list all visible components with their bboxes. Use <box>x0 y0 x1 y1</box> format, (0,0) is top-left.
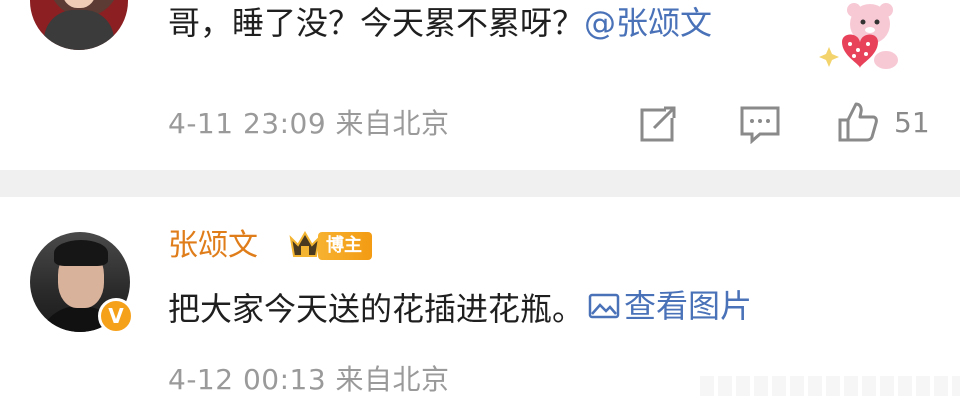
crown-icon <box>289 231 321 257</box>
reply-body: 把大家今天送的花插进花瓶。 <box>168 290 585 328</box>
section-divider <box>0 170 960 197</box>
avatar-hair <box>54 240 108 266</box>
image-icon <box>588 293 620 319</box>
comment-date: 4-11 23:09 <box>168 107 327 140</box>
comment-text: 哥，睡了没？今天累不累呀？@张颂文 <box>168 0 712 46</box>
reply-date: 4-12 00:13 <box>168 363 327 396</box>
like-count: 51 <box>894 105 930 139</box>
avatar-face <box>62 0 96 8</box>
like-button[interactable]: 51 <box>836 100 930 144</box>
comment-body: 哥，睡了没？今天累不累呀？ <box>168 4 585 42</box>
reply-location: 来自北京 <box>335 363 450 396</box>
comment-icon <box>740 106 780 144</box>
blogger-badge: 博主 <box>318 232 372 260</box>
mention-link[interactable]: @张颂文 <box>584 4 712 42</box>
comment-meta: 4-11 23:09 来自北京 <box>168 106 450 142</box>
thumbs-up-icon <box>838 102 878 142</box>
reply-meta: 4-12 00:13 来自北京 <box>168 362 450 398</box>
blogger-username[interactable]: 张颂文 <box>168 226 258 266</box>
share-icon <box>640 106 676 142</box>
pink-bear-heart-sticker <box>819 3 898 69</box>
reply-text: 把大家今天送的花插进花瓶。 查看图片 <box>168 284 752 328</box>
comment-location: 来自北京 <box>335 107 450 140</box>
avatar-shirt <box>44 10 114 50</box>
commenter-avatar[interactable] <box>30 0 128 50</box>
reply-button[interactable] <box>738 104 782 144</box>
watermark-strip <box>700 376 960 396</box>
view-picture-link[interactable]: 查看图片 <box>584 284 752 328</box>
repost-button[interactable] <box>636 104 678 144</box>
view-picture-label: 查看图片 <box>624 287 753 325</box>
verified-badge: V <box>98 298 134 334</box>
